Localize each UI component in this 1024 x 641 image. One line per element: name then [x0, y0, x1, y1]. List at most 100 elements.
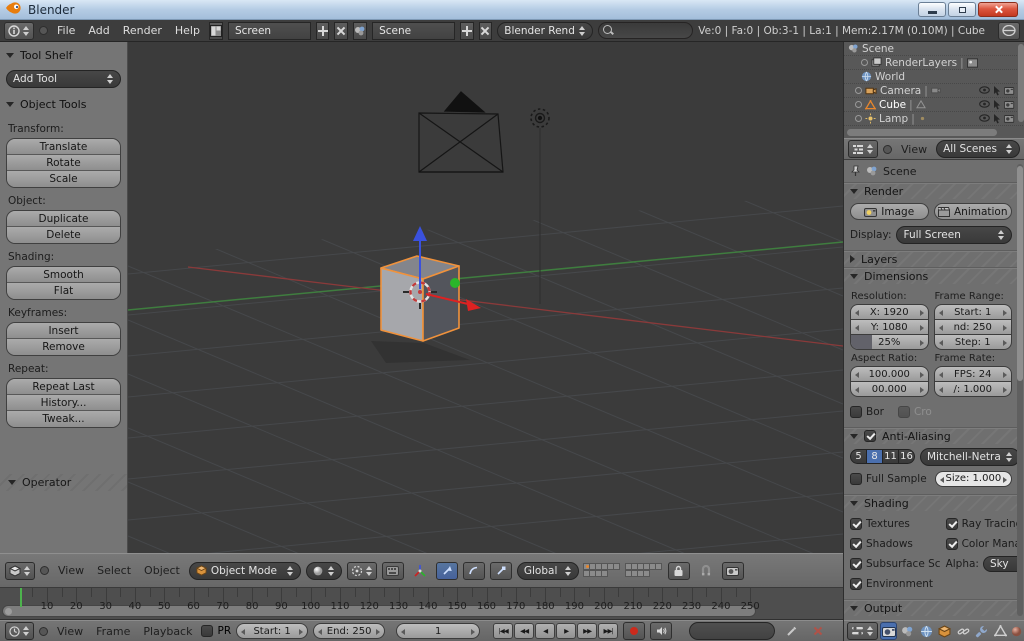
renderable-camera-icon[interactable] — [1004, 86, 1015, 95]
viewport-shading-dropdown[interactable] — [306, 562, 342, 580]
antialiasing-panel-header[interactable]: Anti-Aliasing — [844, 427, 1018, 444]
menu-help[interactable]: Help — [171, 24, 204, 37]
play-reverse-button[interactable]: ◀ — [535, 623, 555, 639]
preview-range-checkbox[interactable] — [201, 625, 213, 637]
expand-icon[interactable] — [855, 115, 862, 122]
fps-field[interactable]: FPS: 24 — [934, 366, 1013, 382]
render-image-button[interactable]: Image — [850, 203, 929, 220]
manipulator-axes-icon[interactable] — [409, 562, 431, 580]
aspect-y-field[interactable]: 00.000 — [850, 381, 929, 397]
screen-delete-button[interactable] — [334, 22, 348, 40]
layers-group-1[interactable] — [584, 563, 621, 578]
render-panel-header[interactable]: Render — [844, 182, 1018, 199]
outliner-row-renderlayers[interactable]: RenderLayers| — [844, 56, 1024, 70]
frame-end-field[interactable]: End: 250 — [313, 623, 385, 639]
frame-step-field[interactable]: Step: 1 — [934, 334, 1013, 350]
full-sample-checkbox[interactable] — [850, 473, 862, 485]
expand-icon[interactable] — [855, 87, 862, 94]
remove-keyframe-button[interactable]: Remove — [7, 339, 120, 355]
window-layout-icon[interactable] — [998, 22, 1020, 40]
render-animation-button[interactable]: Animation — [934, 203, 1013, 220]
translate-manipulator-toggle[interactable] — [436, 562, 458, 580]
prev-keyframe-button[interactable]: ◀◀ — [514, 623, 534, 639]
output-panel-header[interactable]: Output — [844, 599, 1018, 616]
delete-keyframe-icon-button[interactable] — [807, 622, 829, 640]
visibility-eye-icon[interactable] — [979, 114, 990, 122]
menu-view-timeline[interactable]: View — [53, 625, 87, 638]
aa-samples-11-button[interactable]: 11 — [882, 449, 899, 464]
editor-type-button-3dview[interactable] — [5, 562, 35, 580]
lock-to-scene-toggle[interactable] — [668, 562, 690, 580]
tool-shelf-panel-header[interactable]: Tool Shelf — [6, 47, 121, 64]
duplicate-button[interactable]: Duplicate — [7, 211, 120, 227]
pivot-align-toggle[interactable] — [382, 562, 404, 580]
current-frame-field[interactable]: 1 — [396, 623, 480, 639]
viewport-3d[interactable] — [128, 42, 843, 553]
alpha-dropdown[interactable]: Sky — [983, 556, 1018, 572]
display-dropdown[interactable]: Full Screen — [896, 226, 1012, 244]
aa-samples-16-button[interactable]: 16 — [898, 449, 915, 464]
outliner-hscrollbar[interactable] — [847, 129, 997, 136]
jump-to-end-button[interactable]: ▶▶| — [598, 623, 618, 639]
rotate-manipulator-toggle[interactable] — [463, 562, 485, 580]
selectable-arrow-icon[interactable] — [993, 86, 1001, 96]
outliner[interactable]: Scene RenderLayers| World Camera| — [844, 42, 1024, 138]
scene-browse-button[interactable] — [353, 22, 367, 40]
delete-button[interactable]: Delete — [7, 227, 120, 243]
frame-start-field[interactable]: Start: 1 — [236, 623, 308, 639]
header-collapse-icon[interactable] — [40, 566, 49, 575]
menu-select[interactable]: Select — [93, 564, 135, 577]
screen-name-field[interactable]: Screen — [228, 22, 311, 40]
camera-object[interactable] — [419, 92, 503, 172]
header-collapse-icon[interactable] — [39, 26, 48, 35]
start-frame-field[interactable]: Start: 1 — [934, 304, 1013, 320]
end-frame-field[interactable]: nd: 250 — [934, 319, 1013, 335]
layers-group-2[interactable] — [626, 563, 663, 578]
screen-add-button[interactable] — [316, 22, 330, 40]
transform-orientation-dropdown[interactable]: Global — [517, 562, 579, 580]
insert-keyframe-icon-button[interactable] — [780, 622, 802, 640]
expand-icon[interactable] — [855, 101, 862, 108]
menu-object[interactable]: Object — [140, 564, 184, 577]
selectable-arrow-icon[interactable] — [993, 100, 1001, 110]
translate-button[interactable]: Translate — [7, 139, 120, 155]
history-button[interactable]: History... — [7, 395, 120, 411]
next-keyframe-button[interactable]: ▶▶ — [577, 623, 597, 639]
editor-type-button-outliner[interactable] — [848, 140, 878, 158]
flat-button[interactable]: Flat — [7, 283, 120, 299]
textures-checkbox[interactable] — [850, 518, 862, 530]
editor-type-button-properties[interactable] — [847, 622, 878, 640]
ray-tracing-checkbox[interactable] — [946, 518, 958, 530]
screen-browse-button[interactable] — [209, 22, 223, 40]
scene-delete-button[interactable] — [479, 22, 493, 40]
header-collapse-icon[interactable] — [883, 145, 892, 154]
shading-panel-header[interactable]: Shading — [844, 494, 1018, 511]
jump-to-start-button[interactable]: |◀◀ — [493, 623, 513, 639]
aa-samples-8-button[interactable]: 8 — [866, 449, 883, 464]
crop-checkbox[interactable] — [898, 406, 910, 418]
play-button[interactable]: ▶ — [556, 623, 576, 639]
fps-base-field[interactable]: /: 1.000 — [934, 381, 1013, 397]
mode-dropdown[interactable]: Object Mode — [189, 562, 301, 580]
aspect-x-field[interactable]: 100.000 — [850, 366, 929, 382]
subsurface-checkbox[interactable] — [850, 558, 862, 570]
resolution-percentage-slider[interactable]: 25% — [850, 334, 929, 350]
operator-panel-header[interactable]: Operator — [0, 474, 127, 491]
insert-keyframe-button[interactable]: Insert — [7, 323, 120, 339]
restore-button[interactable] — [948, 2, 976, 17]
scene-name-field[interactable]: Scene — [372, 22, 455, 40]
aa-samples-5-button[interactable]: 5 — [850, 449, 867, 464]
renderable-camera-icon[interactable] — [1004, 114, 1015, 123]
snap-magnet-toggle[interactable] — [695, 562, 717, 580]
menu-add[interactable]: Add — [84, 24, 113, 37]
outliner-filter-dropdown[interactable]: All Scenes — [936, 140, 1020, 158]
expand-icon[interactable] — [861, 59, 868, 66]
add-tool-dropdown[interactable]: Add Tool — [6, 70, 121, 88]
resolution-y-field[interactable]: Y: 1080 — [850, 319, 929, 335]
outliner-vscrollbar[interactable] — [1018, 44, 1024, 122]
border-checkbox[interactable] — [850, 406, 862, 418]
keying-set-dropdown[interactable] — [689, 622, 775, 640]
selectable-arrow-icon[interactable] — [993, 114, 1001, 124]
aa-size-slider[interactable]: Size: 1.000 — [935, 471, 1012, 487]
repeat-last-button[interactable]: Repeat Last — [7, 379, 120, 395]
